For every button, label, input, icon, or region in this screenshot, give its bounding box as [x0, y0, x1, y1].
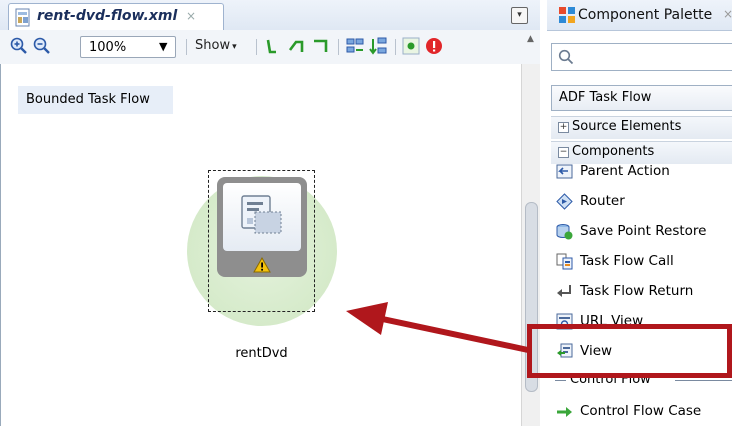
screen: rent-dvd-flow.xml × ▾ 100% ▼ Show ▾ Boun…: [0, 0, 732, 426]
align-layout-icon[interactable]: [346, 37, 364, 55]
section-divider: [675, 380, 732, 381]
palette-category-value: ADF Task Flow: [559, 90, 652, 105]
toolbar-separator: [395, 39, 396, 55]
palette-item-label: Parent Action: [580, 163, 670, 179]
zoom-level-value: 100%: [89, 40, 127, 55]
palette-item-label: Router: [580, 193, 625, 209]
palette-item-task-flow-return[interactable]: Task Flow Return: [551, 278, 732, 306]
expand-icon: +: [558, 122, 569, 133]
section-divider: [555, 380, 566, 381]
router-icon: [556, 193, 573, 210]
tab-list-dropdown-icon[interactable]: ▾: [511, 7, 528, 24]
straight-line-icon[interactable]: [264, 37, 282, 55]
control-flow-case-icon: [557, 407, 572, 417]
palette-item-task-flow-call[interactable]: Task Flow Call: [551, 248, 732, 276]
rentdvd-view-activity[interactable]: [217, 177, 307, 277]
palette-item-label: Control Flow Case: [580, 403, 702, 419]
bounded-task-flow-label: Bounded Task Flow: [18, 86, 173, 114]
section-label: Components: [572, 144, 655, 159]
zoom-in-icon[interactable]: [10, 37, 28, 55]
editor-tab-bar: rent-dvd-flow.xml × ▾: [0, 0, 540, 31]
diagram-toolbar: 100% ▼ Show ▾: [0, 30, 540, 65]
show-menu-button[interactable]: Show ▾: [195, 38, 237, 53]
palette-tab-title[interactable]: Component Palette: [578, 7, 712, 23]
warning-icon: [253, 257, 271, 273]
palette-item-parent-action[interactable]: Parent Action: [551, 158, 732, 186]
chevron-down-icon: ▾: [232, 42, 237, 52]
editor-tab-title: rent-dvd-flow.xml: [37, 8, 178, 24]
task-flow-call-icon: [556, 253, 573, 270]
toolbar-separator: [186, 39, 187, 55]
scroll-up-icon[interactable]: ▲: [527, 34, 534, 44]
save-point-restore-icon: [556, 224, 573, 240]
collapse-icon: −: [558, 147, 569, 158]
close-tab-icon[interactable]: ×: [186, 9, 196, 23]
canvas-border: [0, 64, 1, 426]
palette-category-select[interactable]: ADF Task Flow: [551, 85, 732, 111]
palette-search-input[interactable]: [551, 43, 732, 71]
polyline-icon[interactable]: [288, 37, 306, 55]
palette-tab-bar: Component Palette ×: [547, 0, 732, 31]
chevron-down-icon: ▼: [159, 40, 168, 53]
close-tab-icon[interactable]: ×: [723, 7, 732, 21]
activity-name-label: rentDvd: [235, 346, 288, 361]
palette-item-control-flow-case[interactable]: Control Flow Case: [551, 398, 732, 426]
palette-item-router[interactable]: Router: [551, 188, 732, 216]
search-icon: [558, 49, 574, 65]
toolbar-separator: [256, 39, 257, 55]
orthogonal-line-icon[interactable]: [312, 37, 330, 55]
show-grid-toggle-icon[interactable]: [402, 37, 420, 55]
zoom-level-select[interactable]: 100% ▼: [80, 36, 176, 58]
palette-item-label: Task Flow Return: [580, 283, 694, 299]
component-palette-icon: [559, 7, 575, 23]
palette-item-label: Task Flow Call: [580, 253, 674, 269]
section-source-elements[interactable]: + Source Elements: [551, 116, 732, 139]
section-label: Source Elements: [572, 119, 682, 134]
show-menu-label: Show: [195, 38, 231, 53]
xml-file-icon: [15, 8, 30, 27]
view-highlight-annotation: [527, 324, 732, 378]
view-activity-graphic: [223, 183, 301, 251]
error-icon[interactable]: [425, 37, 443, 55]
parent-action-icon: [556, 164, 573, 179]
zoom-out-icon[interactable]: [33, 37, 51, 55]
view-page-icon: [241, 195, 282, 234]
vertical-layout-icon[interactable]: [369, 37, 387, 55]
toolbar-separator: [338, 39, 339, 55]
editor-tab-rent-dvd-flow[interactable]: rent-dvd-flow.xml ×: [8, 3, 224, 30]
palette-item-save-point-restore[interactable]: Save Point Restore: [551, 218, 732, 246]
task-flow-return-icon: [557, 285, 571, 297]
palette-item-label: Save Point Restore: [580, 223, 707, 239]
